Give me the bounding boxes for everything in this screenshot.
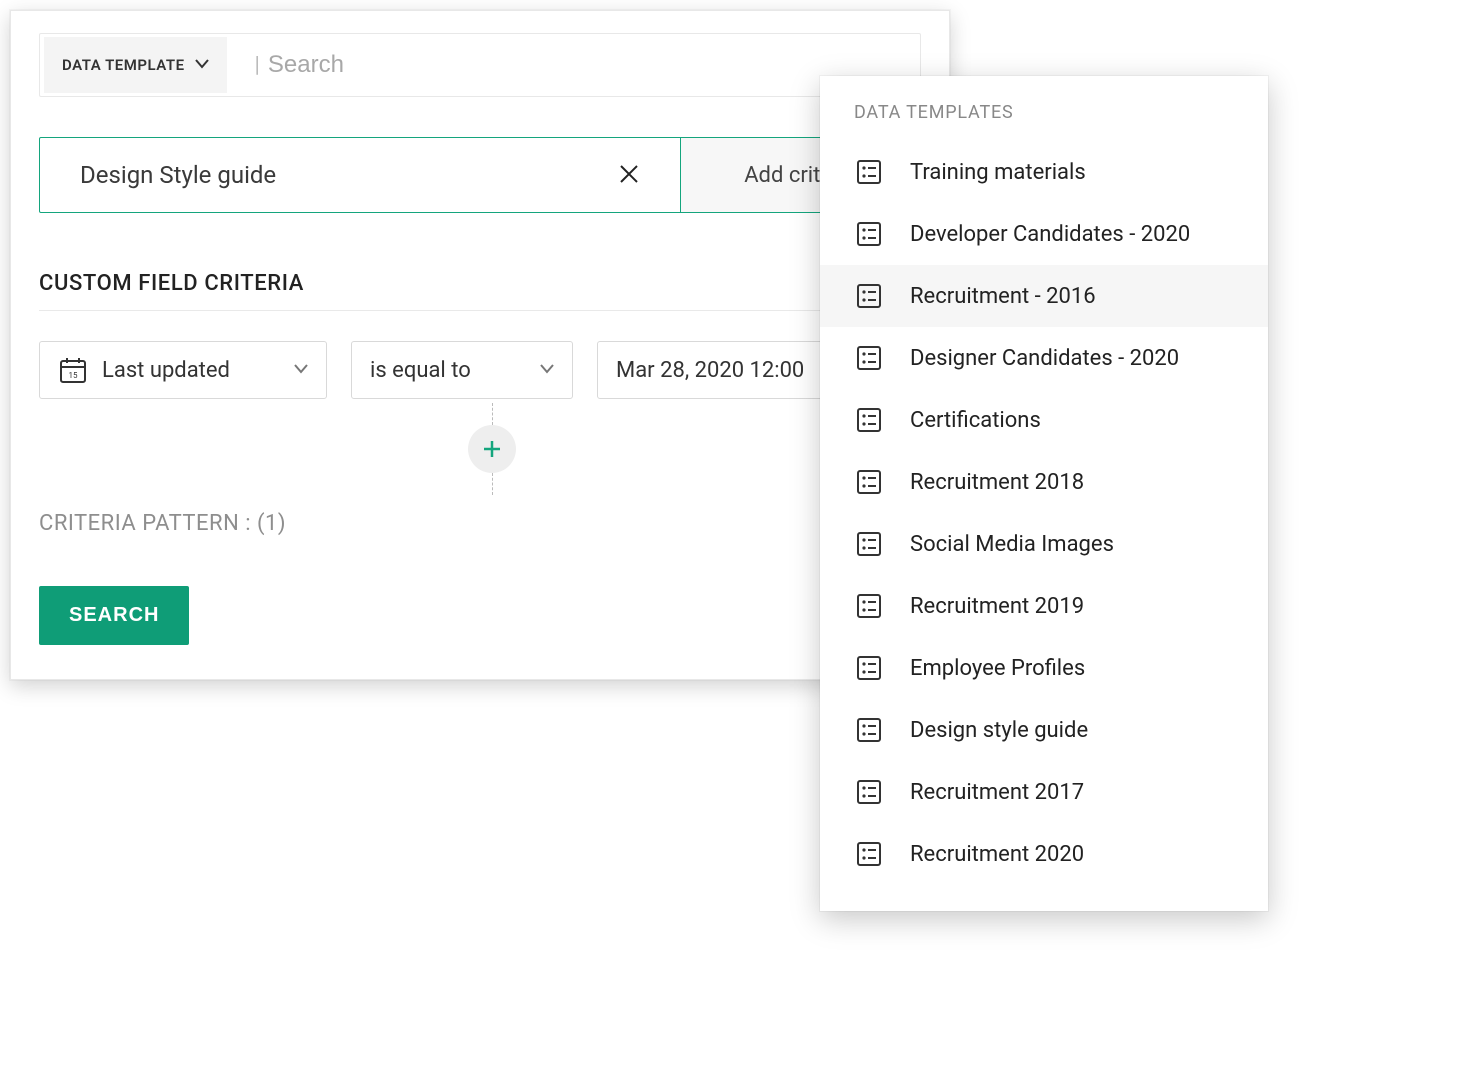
dropdown-item-label: Recruitment 2018 xyxy=(910,470,1084,495)
template-icon xyxy=(854,529,884,559)
chevron-down-icon xyxy=(195,58,209,72)
search-button[interactable]: SEARCH xyxy=(39,586,189,645)
template-icon xyxy=(854,591,884,621)
filter-operator-select[interactable]: is equal to xyxy=(351,341,573,399)
dropdown-item-label: Developer Candidates - 2020 xyxy=(910,222,1190,247)
data-templates-dropdown: DATA TEMPLATES Training materials Develop… xyxy=(820,76,1268,911)
text-cursor-icon: | xyxy=(255,53,260,78)
template-icon xyxy=(854,467,884,497)
dropdown-header: DATA TEMPLATES xyxy=(820,102,1268,141)
dropdown-item-label: Recruitment - 2016 xyxy=(910,284,1096,309)
dropdown-item-label: Certifications xyxy=(910,408,1041,433)
dropdown-item[interactable]: Social Media Images xyxy=(820,513,1268,575)
dropdown-item[interactable]: Recruitment - 2016 xyxy=(820,265,1268,327)
template-icon xyxy=(854,219,884,249)
filter-value-label: Mar 28, 2020 12:00 xyxy=(616,358,804,383)
filter-field-label: Last updated xyxy=(102,358,230,383)
dropdown-item-label: Social Media Images xyxy=(910,532,1114,557)
template-icon xyxy=(854,157,884,187)
dropdown-item-label: Employee Profiles xyxy=(910,656,1085,681)
dropdown-item[interactable]: Recruitment 2018 xyxy=(820,451,1268,513)
chevron-down-icon xyxy=(540,362,554,378)
dropdown-item[interactable]: Training materials xyxy=(820,141,1268,203)
search-criteria-panel: DATA TEMPLATE | Design Style guide Add c… xyxy=(10,10,950,680)
template-icon xyxy=(854,405,884,435)
dropdown-item[interactable]: Employee Profiles xyxy=(820,637,1268,699)
connector-line xyxy=(492,403,493,425)
top-search-row: DATA TEMPLATE | xyxy=(39,33,921,97)
plus-icon xyxy=(480,437,504,461)
data-template-label: DATA TEMPLATE xyxy=(62,56,185,74)
dropdown-item-label: Recruitment 2020 xyxy=(910,842,1084,867)
dropdown-item-label: Recruitment 2017 xyxy=(910,780,1084,805)
dropdown-list: Training materials Developer Candidates -… xyxy=(820,141,1268,885)
criteria-bar: Design Style guide Add criteria xyxy=(39,137,921,213)
filter-operator-label: is equal to xyxy=(370,358,471,383)
template-icon xyxy=(854,715,884,745)
data-template-selector[interactable]: DATA TEMPLATE xyxy=(44,37,227,93)
dropdown-item[interactable]: Designer Candidates - 2020 xyxy=(820,327,1268,389)
dropdown-item[interactable]: Design style guide xyxy=(820,699,1268,761)
svg-text:15: 15 xyxy=(69,371,78,380)
criteria-connector xyxy=(63,403,921,495)
dropdown-item-label: Recruitment 2019 xyxy=(910,594,1084,619)
dropdown-item[interactable]: Certifications xyxy=(820,389,1268,451)
connector-line xyxy=(492,473,493,495)
dropdown-item-label: Training materials xyxy=(910,160,1086,185)
dropdown-item[interactable]: Developer Candidates - 2020 xyxy=(820,203,1268,265)
dropdown-item[interactable]: Recruitment 2019 xyxy=(820,575,1268,637)
dropdown-item[interactable]: Recruitment 2017 xyxy=(820,761,1268,823)
chevron-down-icon xyxy=(294,362,308,378)
criteria-value-box[interactable]: Design Style guide xyxy=(40,138,680,212)
dropdown-item-label: Design style guide xyxy=(910,718,1088,743)
search-field-wrapper: | xyxy=(231,50,920,80)
criteria-value-text: Design Style guide xyxy=(80,161,608,189)
template-icon xyxy=(854,281,884,311)
template-icon xyxy=(854,653,884,683)
custom-field-criteria-header: CUSTOM FIELD CRITERIA xyxy=(39,271,921,311)
clear-criteria-button[interactable] xyxy=(608,159,650,192)
search-button-label: SEARCH xyxy=(69,604,159,626)
add-criteria-row-button[interactable] xyxy=(468,425,516,473)
dropdown-item-label: Designer Candidates - 2020 xyxy=(910,346,1179,371)
template-icon xyxy=(854,777,884,807)
calendar-icon: 15 xyxy=(58,355,88,385)
dropdown-item[interactable]: Recruitment 2020 xyxy=(820,823,1268,885)
filter-row: 15 Last updated is equal to Mar 28, 2020… xyxy=(39,341,921,399)
template-icon xyxy=(854,839,884,869)
criteria-pattern-text: CRITERIA PATTERN : (1) xyxy=(39,511,921,536)
template-icon xyxy=(854,343,884,373)
filter-field-select[interactable]: 15 Last updated xyxy=(39,341,327,399)
